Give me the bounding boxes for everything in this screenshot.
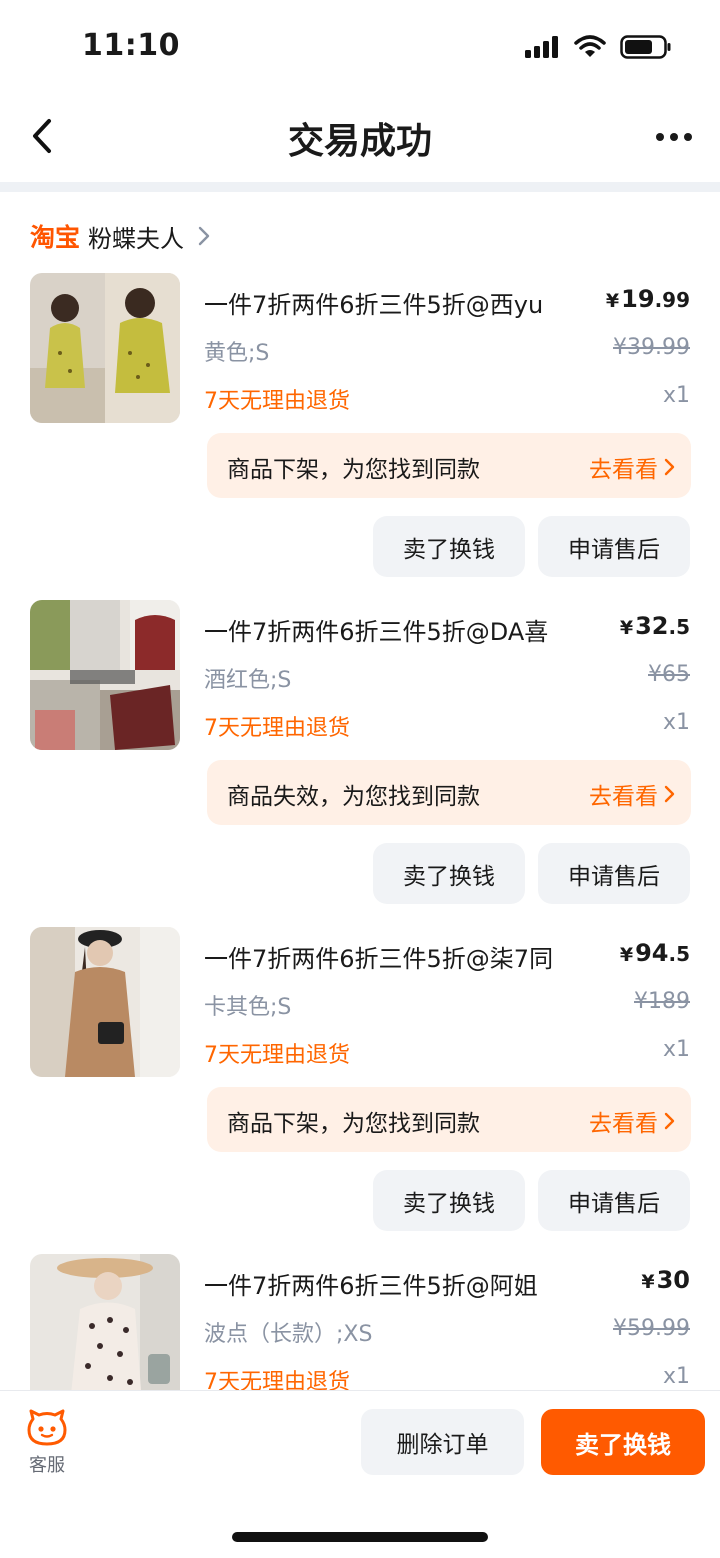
order-item: 一件7折两件6折三件5折@DA喜 ¥32.5 酒红色;S ¥65 7天无理由退货…: [0, 600, 720, 927]
customer-service-button[interactable]: 客服: [22, 1409, 72, 1477]
price-decimal: .99: [654, 288, 690, 312]
order-item: 一件7折两件6折三件5折@阿姐 ¥30 波点（长款）;XS ¥59.99 7天无…: [0, 1254, 720, 1390]
view-similar-label: 去看看: [589, 1111, 658, 1137]
platform-label: 淘宝: [30, 223, 81, 252]
price-integer: 30: [656, 1266, 690, 1294]
price-integer: 32: [635, 612, 669, 640]
order-item: 一件7折两件6折三件5折@西yu ¥19.99 黄色;S ¥39.99 7天无理…: [0, 273, 720, 600]
return-policy-tag: 7天无理由退货: [204, 389, 350, 414]
view-similar-label: 去看看: [589, 784, 658, 810]
chevron-right-icon: [664, 1112, 675, 1130]
product-price: ¥19.99: [606, 285, 690, 313]
more-dot: [684, 133, 692, 141]
original-price: ¥39.99: [613, 335, 690, 360]
section-divider: [0, 182, 720, 192]
cellular-signal-icon: [525, 36, 558, 58]
more-button[interactable]: [652, 120, 696, 154]
sell-button[interactable]: 卖了换钱: [373, 1170, 525, 1231]
more-dot: [670, 133, 678, 141]
return-policy-tag: 7天无理由退货: [204, 1370, 350, 1390]
product-sku: 黄色;S: [204, 341, 270, 366]
shop-name: 粉蝶夫人: [88, 224, 185, 253]
product-sku: 酒红色;S: [204, 668, 292, 693]
product-image[interactable]: [30, 273, 180, 423]
chevron-right-icon: [664, 785, 675, 803]
currency-symbol: ¥: [619, 944, 634, 966]
chevron-right-icon: [664, 458, 675, 476]
product-price: ¥30: [641, 1266, 690, 1294]
product-image[interactable]: [30, 1254, 180, 1390]
currency-symbol: ¥: [619, 617, 634, 639]
price-integer: 19: [621, 285, 655, 313]
notice-text: 商品下架，为您找到同款: [227, 457, 480, 483]
status-time: 11:10: [82, 28, 180, 63]
original-price: ¥65: [648, 662, 690, 687]
quantity: x1: [662, 710, 690, 735]
after-sale-button[interactable]: 申请售后: [538, 516, 690, 577]
sell-button[interactable]: 卖了换钱: [373, 843, 525, 904]
delete-order-button[interactable]: 删除订单: [361, 1409, 524, 1475]
view-similar-label: 去看看: [589, 457, 658, 483]
return-policy-tag: 7天无理由退货: [204, 716, 350, 741]
shop-header[interactable]: 淘宝 粉蝶夫人: [30, 218, 214, 254]
home-indicator[interactable]: [232, 1532, 488, 1542]
similar-items-notice[interactable]: 商品下架，为您找到同款 去看看: [207, 433, 691, 498]
currency-symbol: ¥: [641, 1271, 655, 1293]
similar-items-notice[interactable]: 商品下架，为您找到同款 去看看: [207, 1087, 691, 1152]
sell-primary-button[interactable]: 卖了换钱: [541, 1409, 705, 1475]
product-title[interactable]: 一件7折两件6折三件5折@柒7同: [204, 939, 553, 974]
original-price: ¥59.99: [613, 1316, 690, 1341]
currency-symbol: ¥: [605, 290, 620, 312]
notice-text: 商品失效，为您找到同款: [227, 784, 480, 810]
view-similar-link[interactable]: 去看看: [589, 777, 675, 811]
price-decimal: .5: [668, 615, 690, 639]
after-sale-button[interactable]: 申请售后: [538, 843, 690, 904]
product-title[interactable]: 一件7折两件6折三件5折@西yu: [204, 285, 543, 320]
product-sku: 波点（长款）;XS: [204, 1322, 373, 1347]
battery-icon: [620, 35, 671, 59]
price-decimal: .5: [668, 942, 690, 966]
customer-service-icon: [27, 1409, 67, 1446]
order-content: 淘宝 粉蝶夫人 一件7折两件6折三件5折@西yu ¥19.99 黄色;S ¥39…: [0, 192, 720, 1390]
product-price: ¥94.5: [620, 939, 690, 967]
after-sale-button[interactable]: 申请售后: [538, 1170, 690, 1231]
price-integer: 94: [635, 939, 669, 967]
chevron-right-icon: [194, 226, 214, 246]
product-title[interactable]: 一件7折两件6折三件5折@阿姐: [204, 1266, 538, 1301]
product-title[interactable]: 一件7折两件6折三件5折@DA喜: [204, 612, 548, 647]
status-bar: 11:10: [0, 0, 720, 96]
product-price: ¥32.5: [620, 612, 690, 640]
view-similar-link[interactable]: 去看看: [589, 450, 675, 484]
product-image[interactable]: [30, 600, 180, 750]
sell-button[interactable]: 卖了换钱: [373, 516, 525, 577]
product-image[interactable]: [30, 927, 180, 1077]
notice-text: 商品下架，为您找到同款: [227, 1111, 480, 1137]
return-policy-tag: 7天无理由退货: [204, 1043, 350, 1068]
original-price: ¥189: [634, 989, 690, 1014]
wifi-icon: [574, 35, 606, 57]
quantity: x1: [662, 1037, 690, 1062]
customer-service-label: 客服: [29, 1455, 65, 1476]
quantity: x1: [662, 383, 690, 408]
view-similar-link[interactable]: 去看看: [589, 1104, 675, 1138]
status-icons: [524, 34, 672, 60]
page-title: 交易成功: [287, 121, 432, 162]
order-item: 一件7折两件6折三件5折@柒7同 ¥94.5 卡其色;S ¥189 7天无理由退…: [0, 927, 720, 1254]
similar-items-notice[interactable]: 商品失效，为您找到同款 去看看: [207, 760, 691, 825]
more-dots-icon: [656, 133, 664, 141]
quantity: x1: [662, 1364, 690, 1389]
nav-bar: 交易成功: [0, 96, 720, 182]
product-sku: 卡其色;S: [204, 995, 292, 1020]
